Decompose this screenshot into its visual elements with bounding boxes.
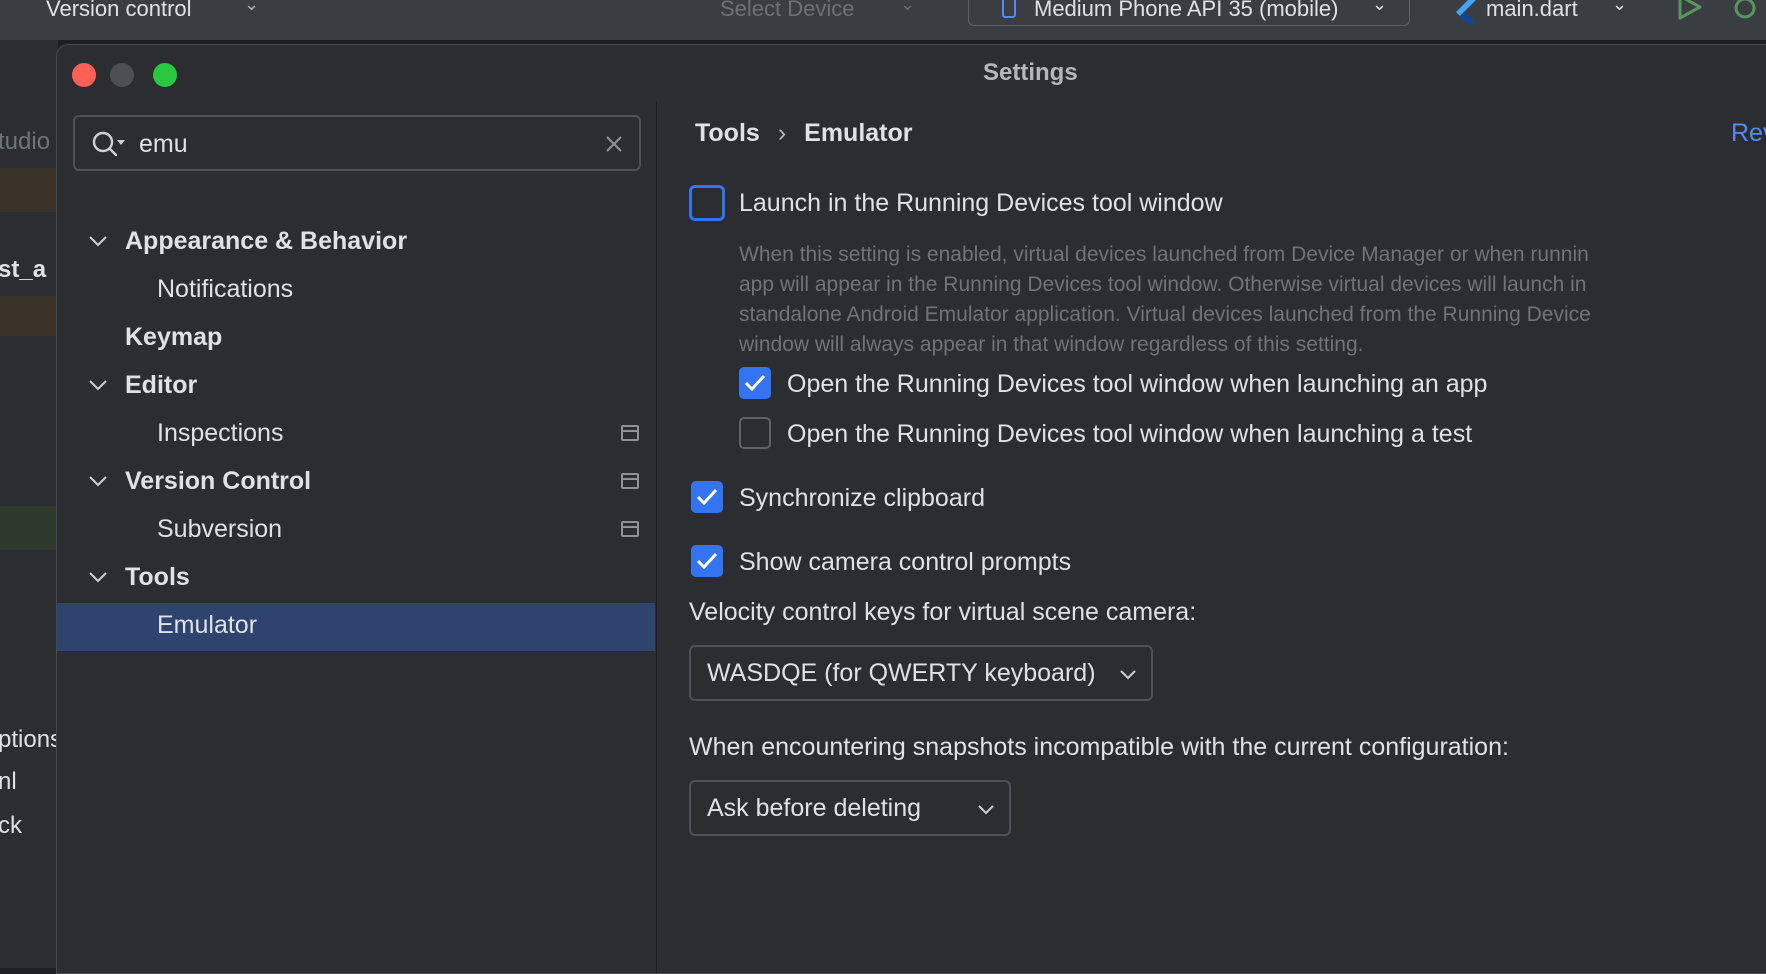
chevron-down-icon: [1120, 670, 1136, 680]
tree-item-label: Notifications: [157, 275, 294, 303]
checkmark-icon: [696, 552, 718, 570]
device-label[interactable]: Medium Phone API 35 (mobile): [1034, 0, 1339, 22]
editor-fragment: ck: [0, 812, 22, 839]
breadcrumb-parent[interactable]: Tools: [695, 119, 760, 147]
tree-item-label: Version Control: [125, 467, 312, 495]
revert-changes-link[interactable]: Revert c: [1731, 119, 1766, 148]
tree-item-appearance-behavior[interactable]: Appearance & Behavior: [57, 219, 655, 267]
tree-item-label: Tools: [125, 563, 190, 591]
ide-toolbar: Version control ⌄ Select Device ⌄ Medium…: [0, 0, 1766, 40]
chevron-down-icon[interactable]: [87, 473, 109, 489]
project-settings-icon: [621, 521, 639, 537]
checkmark-icon: [744, 374, 766, 392]
tree-item-keymap[interactable]: Keymap: [57, 315, 655, 363]
editor-fragment: st_a: [0, 256, 47, 283]
description-line: app will appear in the Running Devices t…: [739, 273, 1587, 296]
camera-prompts-label[interactable]: Show camera control prompts: [739, 548, 1071, 577]
minimize-window-button[interactable]: [110, 63, 134, 87]
description-line: When this setting is enabled, virtual de…: [739, 243, 1589, 266]
sync-clipboard-label[interactable]: Synchronize clipboard: [739, 484, 985, 513]
snapshots-dropdown[interactable]: Ask before deleting: [689, 780, 1011, 836]
highlight-block: [0, 296, 58, 336]
debug-icon[interactable]: [1730, 0, 1760, 20]
tree-item-tools[interactable]: Tools: [57, 555, 655, 603]
tree-item-label: Appearance & Behavior: [125, 227, 408, 255]
tree-item-label: Editor: [125, 371, 198, 399]
tree-item-editor[interactable]: Editor: [57, 363, 655, 411]
search-input[interactable]: [139, 127, 599, 161]
project-settings-icon: [621, 425, 639, 441]
select-device-dropdown[interactable]: Select Device: [720, 0, 855, 22]
settings-dialog: Settings Appearance & Behavior Notificat…: [56, 44, 1766, 974]
tree-item-label: Inspections: [157, 419, 284, 447]
velocity-label: Velocity control keys for virtual scene …: [689, 598, 1197, 626]
open-on-app-launch-label[interactable]: Open the Running Devices tool window whe…: [787, 370, 1487, 399]
flutter-icon: [1456, 0, 1476, 24]
tree-item-label: Subversion: [157, 515, 283, 543]
snapshots-value: Ask before deleting: [707, 794, 922, 822]
settings-sidebar: Appearance & Behavior Notifications Keym…: [57, 101, 657, 973]
phone-icon: [1002, 0, 1016, 18]
settings-content: Tools › Emulator Revert c Launch in the Ru…: [657, 45, 1766, 973]
highlight-block: [0, 506, 58, 550]
tree-item-inspections[interactable]: Inspections: [57, 411, 655, 459]
editor-fragment: ptions: [0, 726, 58, 753]
chevron-down-icon: ⌄: [244, 0, 260, 14]
highlight-block: [0, 168, 58, 212]
tree-item-subversion[interactable]: Subversion: [57, 507, 655, 555]
sync-clipboard-checkbox[interactable]: [691, 481, 723, 513]
launch-running-devices-description: When this setting is enabled, virtual de…: [739, 240, 1766, 360]
maximize-window-button[interactable]: [153, 63, 177, 87]
chevron-down-icon: ⌄: [1372, 0, 1388, 14]
chevron-down-icon: ⌄: [1612, 0, 1628, 14]
velocity-keys-value: WASDQE (for QWERTY keyboard): [707, 659, 1096, 687]
breadcrumb-current: Emulator: [804, 119, 913, 147]
breadcrumb: Tools › Emulator: [695, 119, 913, 148]
chevron-right-icon: ›: [777, 119, 787, 147]
close-window-button[interactable]: [72, 63, 96, 87]
run-icon[interactable]: [1676, 0, 1704, 20]
description-line: window will always appear in that window…: [739, 333, 1364, 356]
description-line: standalone Android Emulator application.…: [739, 303, 1591, 326]
tree-item-version-control[interactable]: Version Control: [57, 459, 655, 507]
velocity-keys-dropdown[interactable]: WASDQE (for QWERTY keyboard): [689, 645, 1153, 701]
ide-background-panel: tudio st_a ptions nl ck: [0, 40, 58, 968]
open-on-app-launch-checkbox[interactable]: [739, 367, 771, 399]
launch-running-devices-label[interactable]: Launch in the Running Devices tool windo…: [739, 189, 1223, 218]
chevron-down-icon: [978, 805, 994, 815]
open-on-test-launch-checkbox[interactable]: [739, 417, 771, 449]
chevron-down-icon: ⌄: [900, 0, 916, 14]
project-settings-icon: [621, 473, 639, 489]
tree-item-label: Emulator: [157, 611, 258, 639]
tree-item-notifications[interactable]: Notifications: [57, 267, 655, 315]
chevron-down-icon[interactable]: [87, 377, 109, 393]
camera-prompts-checkbox[interactable]: [691, 545, 723, 577]
tree-item-emulator[interactable]: Emulator: [57, 603, 655, 651]
clear-search-icon[interactable]: [603, 133, 625, 155]
run-config-dropdown[interactable]: main.dart: [1486, 0, 1578, 22]
settings-search[interactable]: [73, 115, 641, 171]
editor-fragment: tudio: [0, 128, 51, 155]
editor-fragment: nl: [0, 768, 17, 795]
launch-running-devices-checkbox[interactable]: [689, 185, 725, 221]
tree-item-label: Keymap: [125, 323, 223, 351]
checkmark-icon: [696, 488, 718, 506]
snapshots-label: When encountering snapshots incompatible…: [689, 733, 1509, 761]
search-icon[interactable]: [91, 130, 125, 160]
chevron-down-icon[interactable]: [87, 569, 109, 585]
chevron-down-icon[interactable]: [87, 233, 109, 249]
vcs-widget[interactable]: Version control: [46, 0, 192, 22]
open-on-test-launch-label[interactable]: Open the Running Devices tool window whe…: [787, 420, 1472, 449]
